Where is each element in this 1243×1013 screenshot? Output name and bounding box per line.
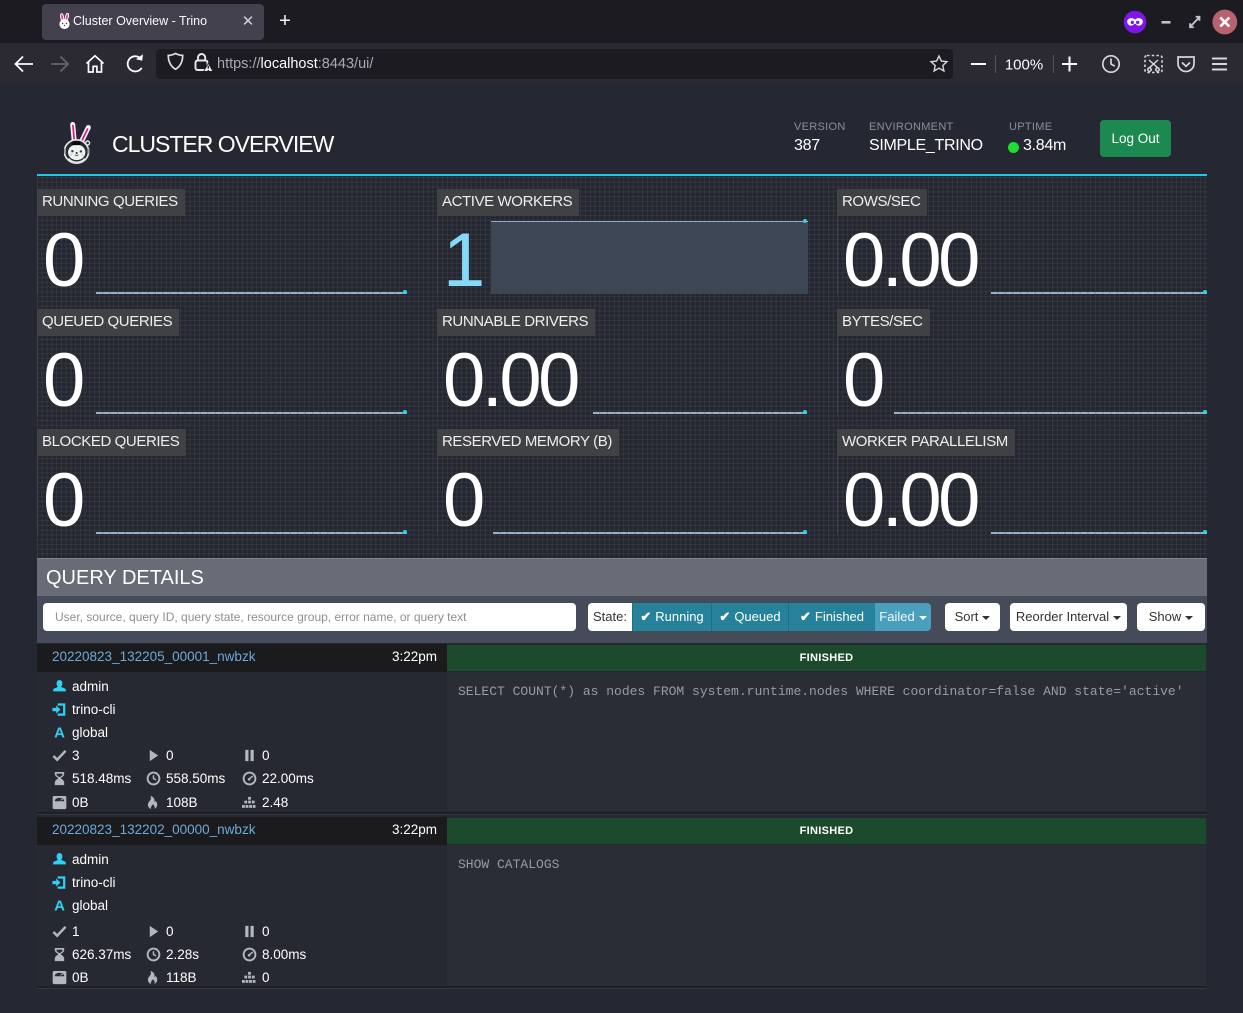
svg-text:100%: 100%	[1005, 57, 1043, 74]
svg-text:A: A	[54, 898, 65, 913]
svg-text:A: A	[54, 725, 65, 740]
